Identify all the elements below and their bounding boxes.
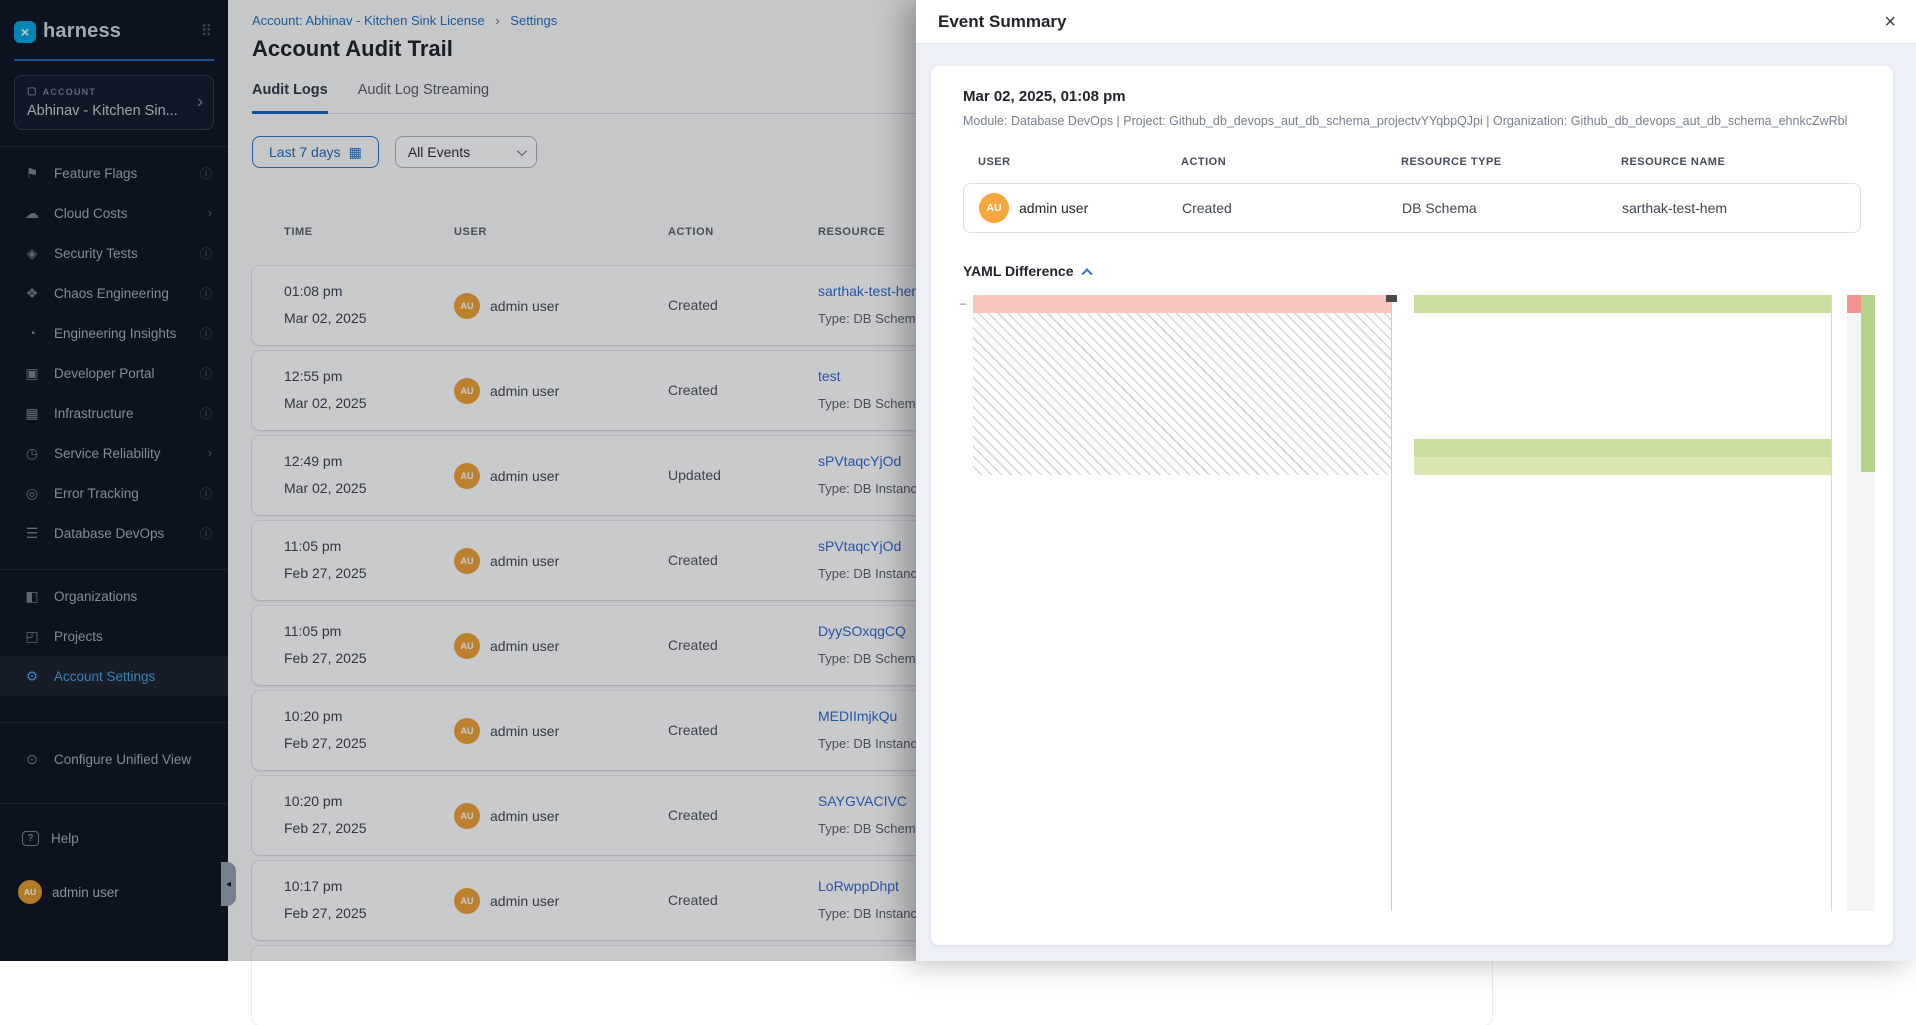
yaml-difference-toggle[interactable]: YAML Difference [963,263,1091,279]
diff-added-line: +projectIdentifier: Github_db_devops_aut… [1392,439,1831,457]
diff-added-line: + [1392,457,1831,475]
yaml-diff-editor[interactable]: − +dbschema: +identifier: sarthaktesthem [953,295,1879,911]
event-resource-name: sarthak-test-hem [1622,200,1860,216]
diff-added-line: +tags: [] [1392,349,1831,367]
event-resource-type: DB Schema [1402,200,1622,216]
diff-added-line: +orgIdentifier: Github_db_devops_aut_db_… [1392,421,1831,439]
avatar: AU [979,193,1009,223]
diff-content-boundary [1831,295,1832,911]
diff-left-pane: − [953,295,1391,911]
event-card: Mar 02, 2025, 01:08 pm Module: Database … [931,66,1893,945]
chevron-up-icon [1082,268,1093,279]
event-table-row: AU admin user Created DB Schema sarthak-… [963,183,1861,233]
diff-added-line: +connector: DbDevopsoBKpcpIfEV [1392,385,1831,403]
diff-added-line: +location: asdsad.yaml [1392,403,1831,421]
event-summary-drawer: Event Summary × Mar 02, 2025, 01:08 pm M… [916,0,1916,961]
removed-line-highlight [973,295,1391,313]
ruler-added-marker [1861,295,1875,472]
event-table-header: USER ACTION RESOURCE TYPE RESOURCE NAME [963,156,1861,168]
diff-overview-ruler[interactable] [1847,295,1875,911]
event-action: Created [1182,200,1402,216]
diff-added-line: +dbschema: [1392,295,1831,313]
drawer-header: Event Summary × [916,0,1916,44]
ruler-removed-marker [1847,295,1861,313]
diff-hatch-filler [973,313,1391,475]
event-meta: Module: Database DevOps | Project: Githu… [963,114,1861,128]
diff-added-lines: +dbschema: +identifier: sarthaktesthem +… [1392,295,1831,475]
event-user: AU admin user [979,193,1182,223]
removed-line-marker: − [953,295,973,313]
close-icon[interactable]: × [1884,12,1896,32]
drawer-title: Event Summary [938,12,1067,32]
event-timestamp: Mar 02, 2025, 01:08 pm [963,88,1861,105]
diff-added-line: +name: sarthak-test-hem [1392,331,1831,349]
diff-right-pane: +dbschema: +identifier: sarthaktesthem +… [1392,295,1879,911]
diff-added-line: +identifier: sarthaktesthem [1392,313,1831,331]
diff-added-line: +changeLog: [1392,367,1831,385]
